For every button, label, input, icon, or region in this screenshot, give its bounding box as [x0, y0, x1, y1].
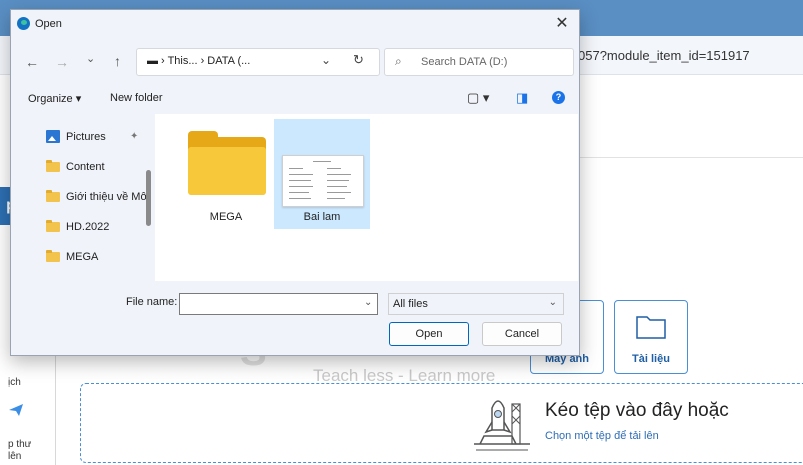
nav-item-gioi-thieu[interactable]: Giới thiệu về Mô [46, 188, 146, 208]
folder-icon [46, 160, 60, 172]
nav-item-content[interactable]: Content [46, 158, 146, 178]
forward-icon[interactable]: → [55, 54, 69, 70]
document-thumbnail-icon [282, 155, 364, 207]
back-icon[interactable]: ← [25, 54, 39, 70]
dialog-title: Open [35, 18, 62, 30]
dialog-title-bar[interactable]: Open ✕ [11, 10, 579, 38]
close-button[interactable]: ✕ [551, 14, 573, 34]
file-name: Bai lam [303, 211, 341, 223]
rocket-icon [472, 390, 532, 456]
preview-pane-icon[interactable]: ◨ [516, 90, 528, 106]
file-item-mega[interactable]: MEGA [178, 119, 274, 229]
page-divider [575, 157, 803, 158]
file-name-input[interactable] [179, 293, 378, 315]
folder-icon [46, 220, 60, 232]
view-options-icon[interactable]: ▢ ▾ [467, 90, 489, 106]
open-button[interactable]: Open [389, 322, 469, 346]
edge-icon [17, 17, 30, 30]
file-item-bai-lam[interactable]: Bai lam [274, 119, 370, 229]
file-type-filter-value: All files [393, 298, 428, 310]
organize-menu[interactable]: Organize ▾ [28, 92, 81, 105]
search-input[interactable]: ⌕ Search DATA (D:) [384, 48, 574, 76]
up-icon[interactable]: ↑ [114, 53, 121, 69]
folder-icon [46, 250, 60, 262]
nav-item-label: MEGA [66, 251, 99, 263]
nav-pane-scrollbar[interactable] [145, 114, 153, 281]
nav-item-label: Giới thiệu về Mô [66, 191, 146, 203]
address-bar[interactable]: ▬ › This... › DATA (... ⌄ ↻ [136, 48, 380, 76]
file-type-filter[interactable]: All files ⌄ [388, 293, 564, 315]
upload-dropzone[interactable] [80, 383, 803, 463]
folder-large-icon [188, 129, 266, 195]
recent-locations-icon[interactable]: ⌄ [86, 52, 95, 65]
address-breadcrumb[interactable]: ▬ › This... › DATA (... [147, 55, 250, 67]
document-tile[interactable]: Tài liệu [614, 300, 688, 374]
nav-item-pictures[interactable]: Pictures ✦ [46, 128, 146, 148]
dialog-footer: File name: ⌄ All files ⌄ Open Cancel [11, 282, 579, 355]
sidebar-label-2[interactable]: p thư [8, 440, 31, 450]
command-bar: Organize ▾ New folder ▢ ▾ ◨ ? [11, 86, 579, 112]
nav-item-mega[interactable]: MEGA [46, 248, 146, 268]
cancel-button[interactable]: Cancel [482, 322, 562, 346]
nav-item-hd2022[interactable]: HD.2022 [46, 218, 146, 238]
pin-icon: ✦ [130, 131, 139, 142]
search-placeholder: Search DATA (D:) [421, 56, 508, 68]
file-name: MEGA [209, 211, 243, 223]
nav-item-label: HD.2022 [66, 221, 110, 233]
scrollbar-thumb[interactable] [146, 170, 151, 226]
folder-outline-icon [636, 316, 666, 339]
chevron-down-icon: ⌄ [548, 297, 557, 308]
new-folder-button[interactable]: New folder [110, 92, 163, 104]
sidebar-label-1[interactable]: ịch [8, 378, 21, 388]
choose-file-link[interactable]: Chọn một tệp để tải lên [545, 430, 659, 442]
address-dropdown-icon[interactable]: ⌄ [321, 53, 331, 67]
pictures-icon [46, 130, 60, 143]
refresh-icon[interactable]: ↻ [353, 52, 364, 68]
mail-icon[interactable] [8, 402, 24, 418]
help-icon[interactable]: ? [552, 91, 565, 104]
file-name-label: File name: [126, 296, 178, 308]
open-file-dialog: Open ✕ ← → ⌄ ↑ ▬ › This... › DATA (... ⌄… [10, 9, 580, 356]
search-icon: ⌕ [395, 54, 402, 68]
nav-item-label: Pictures [66, 131, 106, 143]
folder-icon [46, 190, 60, 202]
navigation-pane: Pictures ✦ Content Giới thiệu về Mô HD.2… [12, 114, 148, 281]
dropzone-title: Kéo tệp vào đây hoặc [545, 400, 729, 421]
file-list: MEGA Bai lam [155, 114, 578, 281]
browser-url-text[interactable]: 057?module_item_id=151917 [578, 48, 750, 63]
nav-item-label: Content [66, 161, 105, 173]
sidebar-label-3[interactable]: lên [8, 452, 21, 462]
document-tile-label: Tài liệu [632, 353, 670, 365]
